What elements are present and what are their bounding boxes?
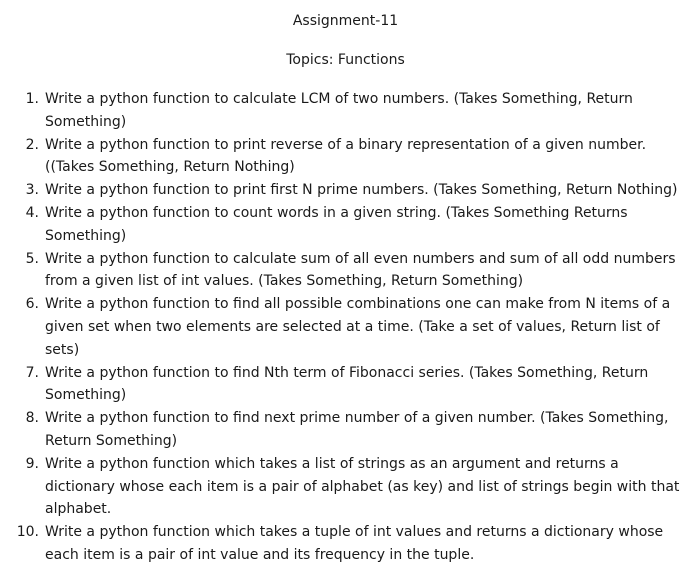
list-item: 2. Write a python function to print reve…: [0, 134, 691, 180]
item-text: Write a python function to count words i…: [45, 204, 628, 244]
item-text: Write a python function which takes a li…: [45, 455, 680, 518]
item-number: 2.: [25, 136, 39, 153]
item-number: 8.: [25, 410, 39, 427]
item-text: Write a python function which takes a tu…: [45, 524, 664, 563]
item-text: Write a python function to print reverse…: [45, 136, 647, 176]
item-number: 9.: [25, 455, 39, 472]
list-item: 4. Write a python function to count word…: [0, 202, 691, 248]
list-item: 8. Write a python function to find next …: [0, 407, 691, 453]
topics-subtitle: Topics: Functions: [286, 52, 405, 68]
list-item: 10. Write a python function which takes …: [0, 521, 691, 567]
question-list: 1. Write a python function to calculate …: [0, 88, 691, 567]
item-text: Write a python function to find next pri…: [45, 410, 669, 449]
item-number: 3.: [25, 182, 39, 199]
list-item: 7. Write a python function to find Nth t…: [0, 362, 691, 408]
item-text: Write a python function to find all poss…: [45, 296, 671, 358]
item-text: Write a python function to calculate sum…: [45, 250, 676, 290]
item-number: 10.: [16, 524, 39, 541]
item-number: 1.: [25, 91, 39, 107]
list-item: 9. Write a python function which takes a…: [0, 453, 691, 521]
list-item: 1. Write a python function to calculate …: [0, 88, 691, 134]
item-text: Write a python function to print first N…: [45, 182, 678, 199]
item-number: 7.: [25, 364, 39, 381]
list-item: 6. Write a python function to find all p…: [0, 293, 691, 361]
item-text: Write a python function to find Nth term…: [45, 364, 649, 404]
item-number: 4.: [25, 204, 39, 221]
document-page: Assignment-11 Topics: Functions 1. Write…: [0, 0, 691, 563]
item-number: 5.: [25, 250, 39, 267]
list-item: 3. Write a python function to print firs…: [0, 179, 691, 202]
assignment-title: Assignment-11: [292, 13, 399, 29]
item-text: Write a python function to calculate LCM…: [45, 91, 633, 130]
item-number: 6.: [25, 296, 39, 313]
list-item: 5. Write a python function to calculate …: [0, 248, 691, 294]
